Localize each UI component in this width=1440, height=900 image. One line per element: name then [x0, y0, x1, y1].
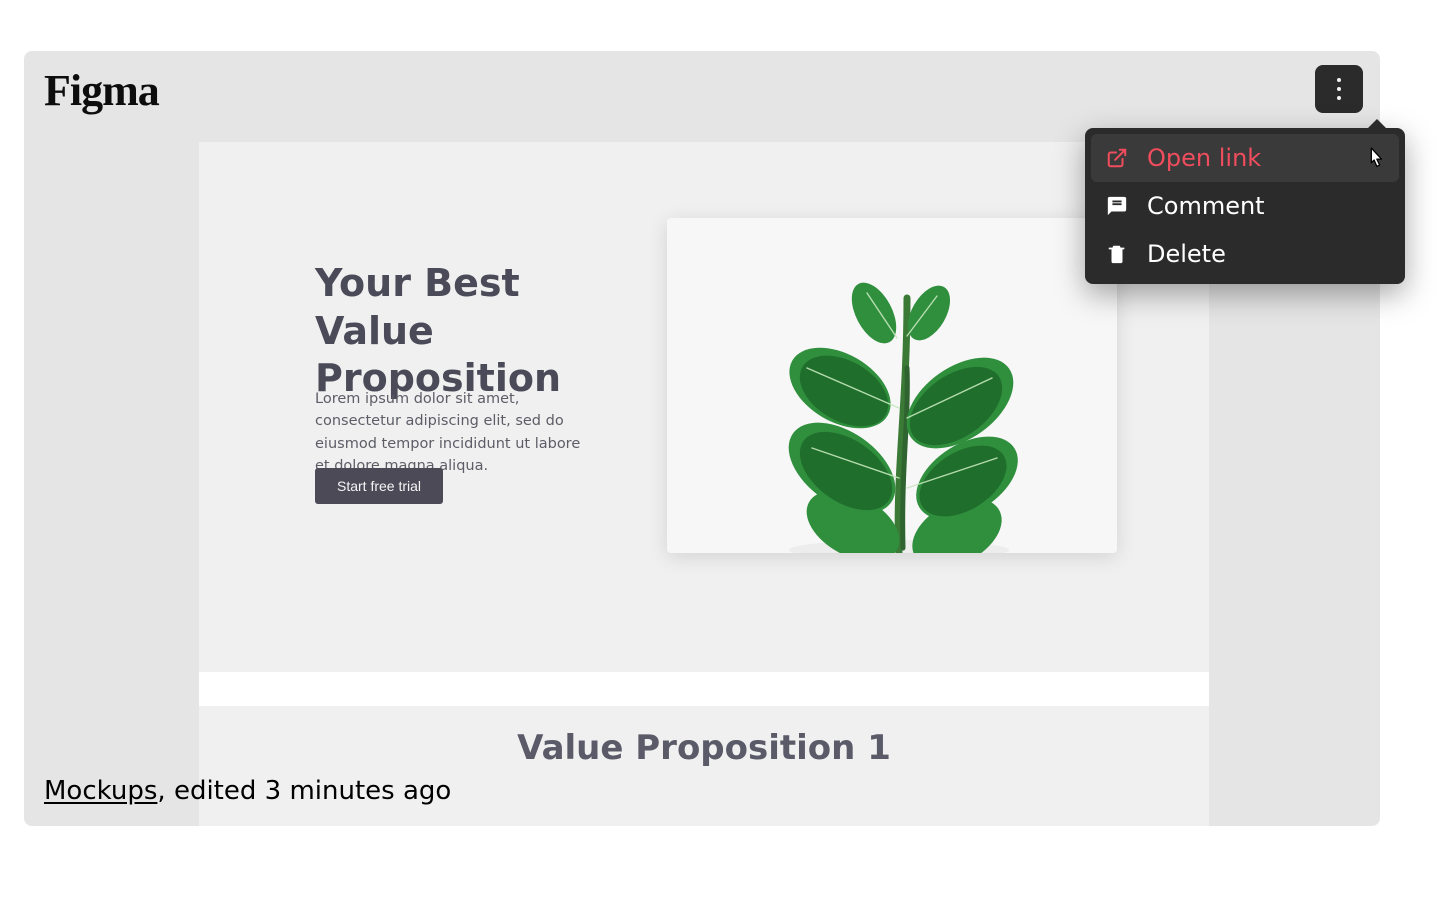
trash-icon	[1105, 242, 1129, 266]
embed-caption: Mockups, edited 3 minutes ago	[44, 776, 451, 806]
hero-title: Your Best Value Proposition	[315, 260, 645, 403]
preview-section-2: Value Proposition 1	[199, 706, 1209, 826]
file-name-link[interactable]: Mockups	[44, 776, 157, 806]
menu-item-label: Comment	[1147, 192, 1265, 220]
start-free-trial-button[interactable]: Start free trial	[315, 468, 443, 504]
plant-illustration-icon	[667, 218, 1117, 553]
menu-item-comment[interactable]: Comment	[1091, 182, 1399, 230]
section2-title: Value Proposition 1	[517, 728, 891, 826]
hero-body-text: Lorem ipsum dolor sit amet, consectetur …	[315, 388, 595, 478]
more-options-button[interactable]	[1315, 65, 1363, 113]
brand-title: Figma	[44, 65, 159, 116]
comment-icon	[1105, 194, 1129, 218]
open-in-new-icon	[1105, 146, 1129, 170]
preview-content: Your Best Value Proposition Lorem ipsum …	[199, 142, 1209, 672]
menu-item-delete[interactable]: Delete	[1091, 230, 1399, 278]
hero-image	[667, 218, 1117, 553]
edited-timestamp: , edited 3 minutes ago	[157, 776, 451, 806]
figma-preview-frame[interactable]: Your Best Value Proposition Lorem ipsum …	[199, 142, 1209, 672]
menu-item-open-link[interactable]: Open link	[1091, 134, 1399, 182]
kebab-icon	[1337, 78, 1341, 100]
more-options-menu: Open link Comment Delete	[1085, 128, 1405, 284]
menu-item-label: Open link	[1147, 144, 1261, 172]
preview-divider	[199, 672, 1209, 706]
menu-item-label: Delete	[1147, 240, 1226, 268]
